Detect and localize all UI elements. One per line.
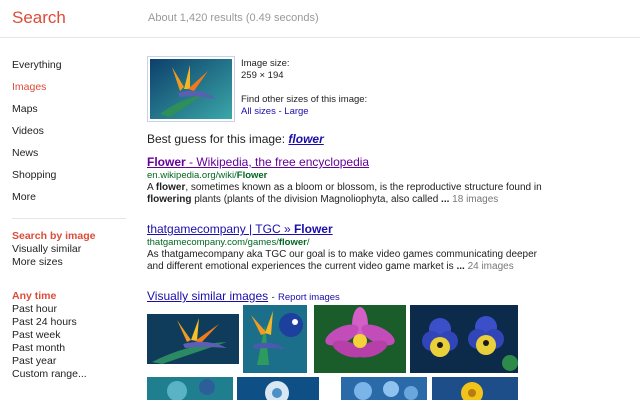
search-result: Flower - Wikipedia, the free encyclopedi… [147,155,547,206]
sidebar-item-everything[interactable]: Everything [12,58,128,80]
result-more-images[interactable]: 18 images [452,194,498,205]
similar-image-thumbnail[interactable] [314,305,406,373]
result-stats: About 1,420 results (0.49 seconds) [148,12,319,24]
sidebar-divider [12,218,126,219]
past-week-link[interactable]: Past week [12,329,128,342]
result-more-images[interactable]: 24 images [468,261,514,272]
sizes-separator: - [278,106,282,117]
best-guess-label: Best guess for this image: [147,132,286,146]
image-size-value: 259 × 194 [241,70,284,81]
other-sizes-label: Find other sizes of this image: [241,94,368,105]
similar-image-thumbnail[interactable] [341,377,427,400]
search-by-image-group: Search by image Visually similar More si… [12,230,128,269]
brand-title[interactable]: Search [12,8,66,28]
top-bar: Search About 1,420 results (0.49 seconds… [0,0,640,38]
flower-image [432,377,518,400]
sidebar-item-images[interactable]: Images [12,80,128,102]
lotus-flower-image [314,305,406,373]
flower-image [147,377,233,400]
past-24-hours-link[interactable]: Past 24 hours [12,316,128,329]
pansy-flowers-image [410,305,518,373]
result-url: thatgamecompany.com/games/flower/ [147,237,310,248]
past-hour-link[interactable]: Past hour [12,303,128,316]
large-size-link[interactable]: Large [284,106,308,117]
past-year-link[interactable]: Past year [12,355,128,368]
similar-image-thumbnail[interactable] [243,305,307,373]
search-by-image-heading: Search by image [12,230,96,242]
any-time-heading: Any time [12,290,57,302]
any-time-group: Any time Past hour Past 24 hours Past we… [12,290,128,381]
similar-image-thumbnail[interactable] [237,377,319,400]
visually-similar-images-link[interactable]: Visually similar images [147,289,268,303]
similar-separator: - [271,292,275,303]
similar-image-thumbnail[interactable] [147,314,239,364]
search-result: thatgamecompany | TGC » Flower thatgamec… [147,222,547,273]
similar-images-header: Visually similar images - Report images [147,289,340,303]
result-snippet: As thatgamecompany aka TGC our goal is t… [147,249,538,260]
sidebar-item-videos[interactable]: Videos [12,124,128,146]
past-month-link[interactable]: Past month [12,342,128,355]
similar-image-thumbnail[interactable] [410,305,518,373]
result-snippet: A flower, sometimes known as a bloom or … [147,182,542,193]
similar-image-thumbnail[interactable] [432,377,518,400]
bird-of-paradise-image [243,305,307,373]
sidebar-item-news[interactable]: News [12,146,128,168]
query-image-thumbnail[interactable] [147,56,235,122]
all-sizes-link[interactable]: All sizes [241,106,276,117]
image-size-label: Image size: [241,58,290,69]
flower-image [341,377,427,400]
visually-similar-link[interactable]: Visually similar [12,243,128,256]
bird-of-paradise-image [147,314,239,364]
result-title-link[interactable]: Flower - Wikipedia, the free encyclopedi… [147,155,547,170]
best-guess: Best guess for this image: flower [147,132,324,146]
flower-image [237,377,319,400]
result-title-link[interactable]: thatgamecompany | TGC » Flower [147,222,547,237]
custom-range-link[interactable]: Custom range... [12,368,128,381]
result-url: en.wikipedia.org/wiki/Flower [147,170,268,181]
sidebar-item-more[interactable]: More [12,190,128,212]
bird-of-paradise-image [150,59,232,119]
similar-image-thumbnail[interactable] [147,377,233,400]
more-sizes-link[interactable]: More sizes [12,256,128,269]
image-info: Image size: 259 × 194 Find other sizes o… [241,58,367,118]
sidebar-item-maps[interactable]: Maps [12,102,128,124]
report-images-link[interactable]: Report images [278,292,340,303]
sidebar: Everything Images Maps Videos News Shopp… [12,58,128,380]
result-snippet-line-2: and different emotional experiences the … [147,261,514,272]
sidebar-item-shopping[interactable]: Shopping [12,168,128,190]
sidebar-nav: Everything Images Maps Videos News Shopp… [12,58,128,212]
result-snippet-line-2: flowering plants (plants of the division… [147,194,499,205]
best-guess-term-link[interactable]: flower [288,132,323,146]
